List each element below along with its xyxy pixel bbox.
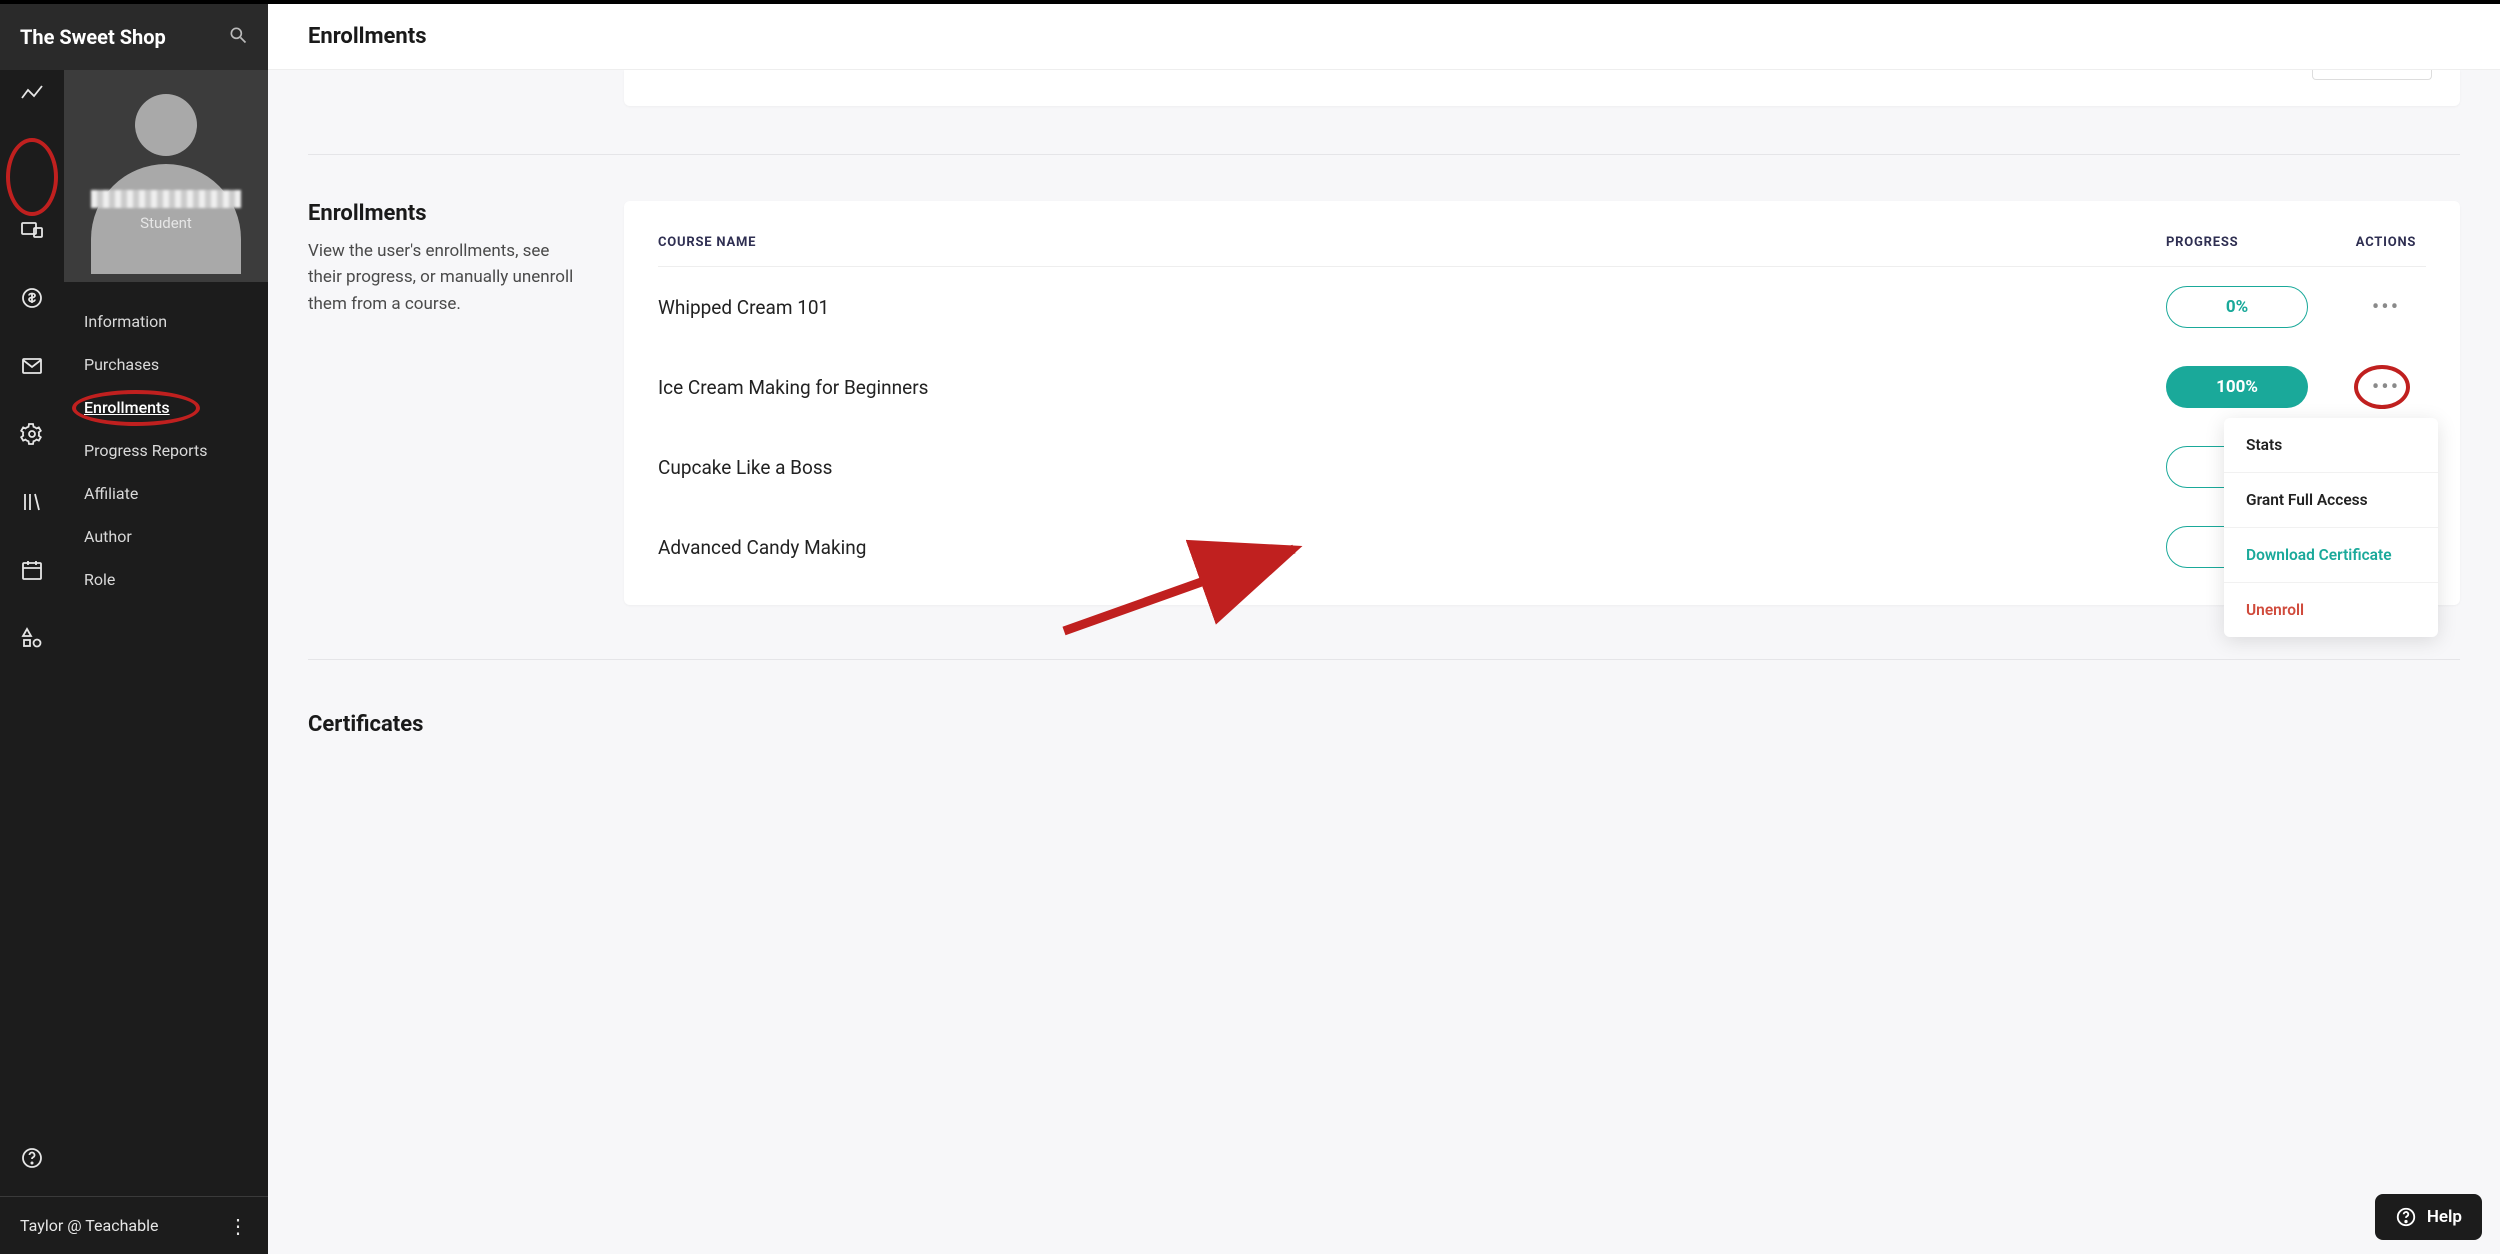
table-row: Whipped Cream 101 0% ••• [658, 267, 2426, 347]
help-label: Help [2427, 1207, 2462, 1227]
side-item-enrollments-label: Enrollments [84, 398, 170, 417]
enrollments-title: Enrollments [308, 201, 584, 226]
section-divider [308, 154, 2460, 155]
course-name: Cupcake Like a Boss [658, 456, 2166, 479]
search-icon[interactable] [228, 25, 248, 49]
nav-sales-icon[interactable] [12, 278, 52, 318]
user-name-redacted [91, 190, 241, 208]
actions-dropdown: Stats Grant Full Access Download Certifi… [2224, 418, 2438, 637]
nav-help-icon[interactable] [12, 1138, 52, 1178]
user-menu-icon[interactable]: ⋮ [228, 1214, 248, 1238]
side-item-author[interactable]: Author [64, 515, 268, 558]
course-name: Whipped Cream 101 [658, 296, 2166, 319]
action-stats[interactable]: Stats [2224, 418, 2438, 473]
nav-site-icon[interactable] [12, 210, 52, 250]
section-divider [308, 659, 2460, 660]
page-title: Enrollments [308, 24, 427, 49]
nav-shapes-icon[interactable] [12, 618, 52, 658]
main-header: Enrollments [268, 4, 2500, 70]
col-course-name: COURSE NAME [658, 235, 2166, 250]
action-unenroll[interactable]: Unenroll [2224, 583, 2438, 637]
side-menu: Information Purchases Enrollments Progre… [64, 282, 268, 619]
table-row: Advanced Candy Making 0% [658, 507, 2426, 587]
col-progress: PROGRESS [2166, 235, 2346, 250]
table-row: Ice Cream Making for Beginners 100% ••• … [658, 347, 2426, 427]
sidebar: The Sweet Shop Student Information Purch… [64, 4, 268, 1254]
side-item-information[interactable]: Information [64, 300, 268, 343]
avatar-placeholder [91, 94, 241, 282]
enrollments-table: COURSE NAME PROGRESS ACTIONS Whipped Cre… [624, 201, 2460, 605]
nav-reports-icon[interactable] [12, 74, 52, 114]
nav-calendar-icon[interactable] [12, 550, 52, 590]
action-download-certificate[interactable]: Download Certificate [2224, 528, 2438, 583]
sidebar-header: The Sweet Shop [0, 4, 268, 70]
nav-library-icon[interactable] [12, 482, 52, 522]
enrollments-description: View the user's enrollments, see their p… [308, 238, 584, 317]
sidebar-footer: Taylor @ Teachable ⋮ [0, 1196, 268, 1254]
side-item-purchases[interactable]: Purchases [64, 343, 268, 386]
side-item-enrollments[interactable]: Enrollments [64, 386, 268, 429]
nav-email-icon[interactable] [12, 346, 52, 386]
nav-users-icon[interactable] [12, 142, 52, 182]
nav-settings-icon[interactable] [12, 414, 52, 454]
course-name: Advanced Candy Making [658, 536, 2166, 559]
certificates-title: Certificates [308, 712, 2460, 737]
table-row: Cupcake Like a Boss 0% [658, 427, 2426, 507]
side-item-affiliate[interactable]: Affiliate [64, 472, 268, 515]
school-name: The Sweet Shop [20, 25, 228, 49]
help-button[interactable]: Help [2375, 1194, 2482, 1240]
current-user: Taylor @ Teachable [20, 1216, 228, 1235]
enrollments-section: Enrollments View the user's enrollments,… [308, 201, 2460, 605]
previous-card-stub [624, 70, 2460, 106]
main: Enrollments Enrollments View the user's … [268, 4, 2500, 1254]
action-grant-full-access[interactable]: Grant Full Access [2224, 473, 2438, 528]
row-actions-icon[interactable]: ••• [2372, 375, 2400, 400]
nav-rail [0, 4, 64, 1254]
section-info: Enrollments View the user's enrollments,… [308, 201, 584, 605]
user-role: Student [140, 214, 192, 232]
side-item-role[interactable]: Role [64, 558, 268, 601]
progress-pill: 0% [2166, 286, 2308, 328]
previous-card-button-edge [2312, 70, 2432, 80]
profile-card: Student [64, 70, 268, 282]
side-item-progress-reports[interactable]: Progress Reports [64, 429, 268, 472]
help-icon [2395, 1206, 2417, 1228]
content: Enrollments View the user's enrollments,… [268, 70, 2500, 1254]
col-actions: ACTIONS [2346, 235, 2426, 250]
row-actions-icon[interactable]: ••• [2372, 295, 2400, 320]
table-header: COURSE NAME PROGRESS ACTIONS [658, 235, 2426, 267]
progress-pill: 100% [2166, 366, 2308, 408]
course-name: Ice Cream Making for Beginners [658, 376, 2166, 399]
